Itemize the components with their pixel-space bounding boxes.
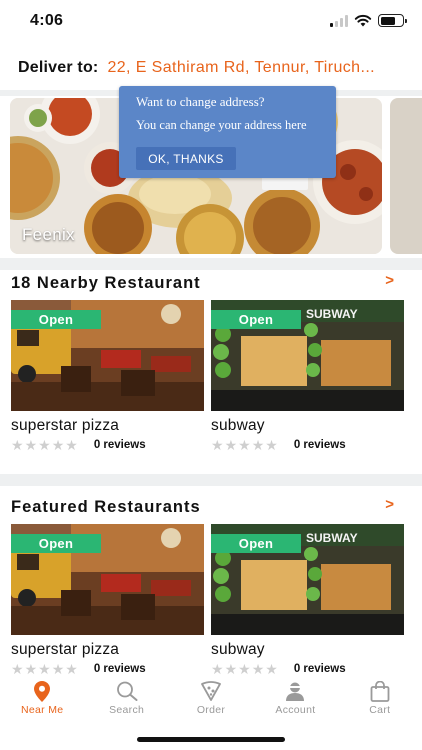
nearby-see-all-chevron-icon[interactable]: > [385,272,394,289]
star-icon: ★ [211,437,224,453]
star-icon: ★ [251,661,265,677]
restaurant-name: subway [211,417,265,434]
section-divider [0,258,422,270]
star-icon: ★ [51,661,65,677]
featured-see-all-chevron-icon[interactable]: > [385,496,394,513]
featured-section-title: Featured Restaurants [11,498,201,516]
delivery-address[interactable]: 22, E Sathiram Rd, Tennur, Tiruch... [107,59,399,77]
home-indicator[interactable] [137,737,285,742]
subway-sign: SUBWAY [306,531,358,545]
star-icon: ★ [265,437,278,453]
star-icon: ★ [24,437,38,453]
star-icon: ★ [11,437,24,453]
star-icon: ★ [238,661,251,677]
star-icon: ★ [65,661,78,677]
review-count: 0 reviews [93,663,146,675]
review-count: 0 reviews [293,439,346,451]
star-rating: ★ ★ ★ ★ ★ [11,662,78,676]
restaurant-image: SUBWAY Open [211,524,404,635]
star-icon: ★ [224,437,238,453]
restaurant-image: SUBWAY Open [211,300,404,411]
open-badge: Open [211,534,301,553]
wifi-icon [354,14,372,27]
rating-row: ★ ★ ★ ★ ★ 0 reviews [11,662,204,676]
deliver-to-bar[interactable]: Deliver to: 22, E Sathiram Rd, Tennur, T… [0,52,422,84]
open-badge: Open [211,310,301,329]
restaurant-card[interactable]: Open superstar pizza ★ ★ ★ ★ ★ 0 reviews [11,524,204,676]
cellular-signal-icon [330,14,348,27]
rating-row: ★ ★ ★ ★ ★ 0 reviews [11,438,204,452]
restaurant-card[interactable]: SUBWAY Open subway ★ ★ ★ ★ ★ 0 reviews [211,300,404,452]
star-icon: ★ [224,661,238,677]
restaurant-name: superstar pizza [11,641,120,658]
tab-label: Near Me [21,704,64,716]
star-icon: ★ [238,437,251,453]
tooltip-text: You can change your address here [136,118,307,132]
restaurant-card[interactable]: Open superstar pizza ★ ★ ★ ★ ★ 0 reviews [11,300,204,452]
star-icon: ★ [38,437,51,453]
review-count: 0 reviews [93,439,146,451]
restaurant-card[interactable]: SUBWAY Open subway ★ ★ ★ ★ ★ 0 reviews [211,524,404,676]
restaurant-image: Open [11,524,204,635]
location-pin-icon [30,680,54,702]
bottom-tab-bar: Near Me Search Order Account Cart [0,680,422,724]
star-icon: ★ [51,437,65,453]
open-badge: Open [11,534,101,553]
app-screen: 4:06 Deliver to: 22, E Sathiram Rd, Tenn… [0,0,422,750]
nearby-section-title: 18 Nearby Restaurant [11,274,201,292]
shopping-bag-icon [368,680,392,702]
restaurant-image: Open [11,300,204,411]
status-bar: 4:06 [0,0,422,44]
tab-label: Search [109,704,145,716]
section-divider [0,474,422,486]
star-rating: ★ ★ ★ ★ ★ [11,438,78,452]
tab-search[interactable]: Search [84,680,168,724]
star-icon: ★ [265,661,278,677]
tab-cart[interactable]: Cart [338,680,422,724]
change-address-tooltip: Want to change address? You can change y… [119,86,336,178]
ok-thanks-button[interactable]: OK, THANKS [136,147,236,170]
status-icons [330,14,407,27]
star-rating: ★ ★ ★ ★ ★ [211,662,278,676]
restaurant-name: superstar pizza [11,417,120,434]
battery-icon [378,14,407,27]
star-icon: ★ [65,437,78,453]
star-rating: ★ ★ ★ ★ ★ [211,438,278,452]
star-icon: ★ [251,437,265,453]
tab-label: Cart [369,704,391,716]
rating-row: ★ ★ ★ ★ ★ 0 reviews [211,438,404,452]
tab-label: Order [196,704,226,716]
tab-near-me[interactable]: Near Me [0,680,84,724]
pizza-slice-icon [199,680,223,702]
star-icon: ★ [211,661,224,677]
next-banner-peek[interactable] [390,98,422,254]
banner-restaurant-name: Feenix [22,225,75,244]
status-time: 4:06 [30,12,64,29]
rating-row: ★ ★ ★ ★ ★ 0 reviews [211,662,404,676]
user-icon [283,680,307,702]
restaurant-name: subway [211,641,265,658]
star-icon: ★ [24,661,38,677]
star-icon: ★ [38,661,51,677]
tab-label: Account [275,704,316,716]
star-icon: ★ [11,661,24,677]
tab-order[interactable]: Order [169,680,253,724]
review-count: 0 reviews [293,663,346,675]
deliver-label: Deliver to: [18,59,99,76]
search-icon [115,680,139,702]
tooltip-title: Want to change address? [136,94,265,109]
open-badge: Open [11,310,101,329]
tab-account[interactable]: Account [253,680,337,724]
subway-sign: SUBWAY [306,307,358,321]
